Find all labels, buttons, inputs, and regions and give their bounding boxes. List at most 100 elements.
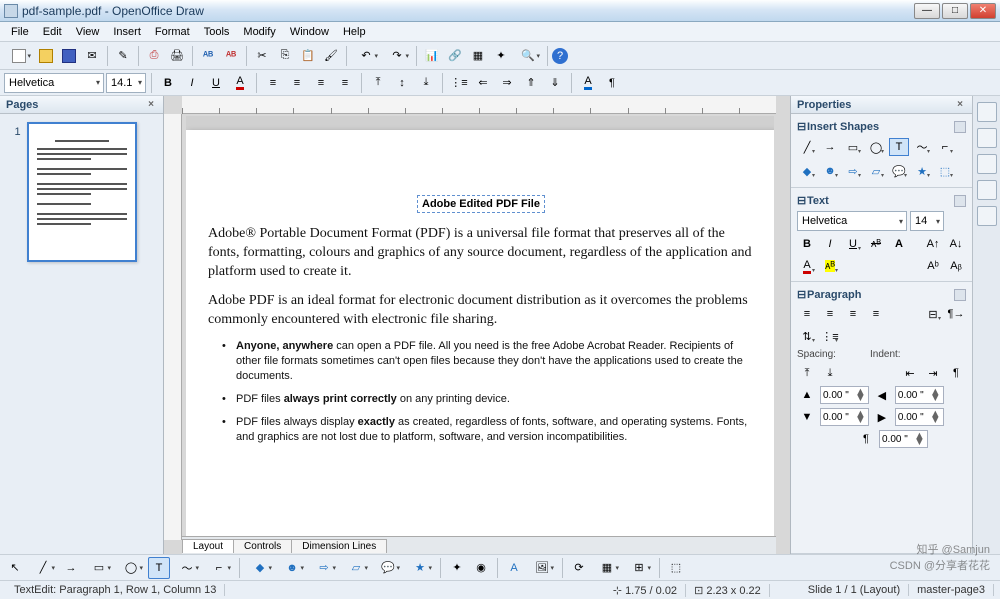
para-right-button[interactable]: ≡ [843, 305, 863, 323]
pages-panel-close-icon[interactable]: × [145, 99, 157, 111]
menu-file[interactable]: File [4, 24, 36, 40]
from-file-button[interactable]: 🖼 [527, 557, 557, 579]
section-menu-icon[interactable] [954, 289, 966, 301]
dock-styles-button[interactable] [977, 128, 997, 148]
ellipse-tool-bottom[interactable]: ◯ [116, 557, 146, 579]
dock-navigator-button[interactable] [977, 180, 997, 200]
font-color-button[interactable]: A [229, 72, 251, 94]
properties-close-icon[interactable]: × [954, 99, 966, 111]
save-button[interactable] [58, 45, 80, 67]
autospell-button[interactable]: ᴬᴮ [220, 45, 242, 67]
para-dialog-button[interactable]: ¶ [601, 72, 623, 94]
flowchart-tool[interactable]: ▱ [866, 162, 886, 180]
help-button[interactable]: ? [552, 48, 568, 64]
menu-edit[interactable]: Edit [36, 24, 69, 40]
subscript-button[interactable]: Aᵦ [946, 257, 966, 275]
rect-tool-bottom[interactable]: ▭ [84, 557, 114, 579]
indent-left-input[interactable]: ▲▼ [895, 386, 944, 404]
align-center-button[interactable]: ≡ [286, 72, 308, 94]
highlight-button[interactable]: ᴀᴮ [820, 257, 840, 275]
bullets-drop-button[interactable]: ⋮≡ [820, 327, 840, 345]
align-right-button[interactable]: ≡ [310, 72, 332, 94]
text-shrink-button[interactable]: A↓ [946, 235, 966, 253]
extrusion-button[interactable]: ⬚ [665, 557, 687, 579]
dock-gallery-button[interactable] [977, 154, 997, 174]
horizontal-ruler[interactable] [182, 96, 776, 114]
text-color-button[interactable]: A [797, 257, 817, 275]
print-button[interactable]: 🖨 [166, 45, 188, 67]
cut-button[interactable]: ✂ [251, 45, 273, 67]
ellipse-tool[interactable]: ◯ [866, 138, 886, 156]
vertical-ruler[interactable] [164, 114, 182, 540]
text-grow-button[interactable]: A↑ [923, 235, 943, 253]
star-tool[interactable]: ★ [912, 162, 932, 180]
basic-shapes-tool[interactable]: ◆ [797, 162, 817, 180]
points-button[interactable]: ✦ [446, 557, 468, 579]
connector-tool-bottom[interactable]: ⌐ [204, 557, 234, 579]
italic-button[interactable]: I [181, 72, 203, 94]
symbol-shapes-bottom[interactable]: ☻ [277, 557, 307, 579]
new-button[interactable] [4, 45, 34, 67]
callout-tool[interactable]: 💬 [889, 162, 909, 180]
text-font-combo[interactable]: Helvetica [797, 211, 907, 231]
rect-tool[interactable]: ▭ [843, 138, 863, 156]
arrow-tool-bottom[interactable]: → [60, 557, 82, 579]
page-canvas[interactable]: Adobe Edited PDF File Adobe® Portable Do… [186, 130, 774, 536]
menu-tools[interactable]: Tools [197, 24, 237, 40]
line-tool[interactable]: ╱ [797, 138, 817, 156]
para-justify-button[interactable]: ≡ [866, 305, 886, 323]
close-button[interactable]: ✕ [970, 3, 996, 19]
font-name-combo[interactable]: Helvetica [4, 73, 104, 93]
bold-button[interactable]: B [157, 72, 179, 94]
paste-button[interactable]: 📋 [297, 45, 319, 67]
symbol-shapes-tool[interactable]: ☻ [820, 162, 840, 180]
align-justify-button[interactable]: ≡ [334, 72, 356, 94]
page-viewport[interactable]: Adobe Edited PDF File Adobe® Portable Do… [186, 116, 774, 536]
tab-dimension[interactable]: Dimension Lines [291, 539, 387, 553]
maximize-button[interactable]: □ [942, 3, 968, 19]
demote-button[interactable]: ⇒ [496, 72, 518, 94]
edit-file-button[interactable]: ✎ [112, 45, 134, 67]
text-tool[interactable]: T [889, 138, 909, 156]
move-down-button[interactable]: ⇓ [544, 72, 566, 94]
menu-format[interactable]: Format [148, 24, 197, 40]
fontwork-button[interactable]: A [503, 557, 525, 579]
page-thumbnails[interactable]: 1 [0, 114, 163, 554]
basic-shapes-bottom[interactable]: ◆ [245, 557, 275, 579]
spellcheck-button[interactable]: ᴬᴮ [197, 45, 219, 67]
dock-functions-button[interactable] [977, 206, 997, 226]
callout-bottom[interactable]: 💬 [373, 557, 403, 579]
space-below-input[interactable]: ▲▼ [820, 408, 869, 426]
text-strike-button[interactable]: ᴀᴮ [866, 235, 886, 253]
flowchart-bottom[interactable]: ▱ [341, 557, 371, 579]
undo-button[interactable]: ↶ [351, 45, 381, 67]
menu-insert[interactable]: Insert [106, 24, 148, 40]
curve-tool[interactable]: ～ [912, 138, 932, 156]
zoom-button[interactable]: 🔍 [513, 45, 543, 67]
doc-title[interactable]: Adobe Edited PDF File [208, 192, 754, 213]
arrange-button[interactable]: ⊞ [624, 557, 654, 579]
para-ltr-button[interactable]: ¶→ [946, 305, 966, 323]
text-bold-button[interactable]: B [797, 235, 817, 253]
char-dialog-button[interactable]: A [577, 72, 599, 94]
table-button[interactable]: ▦ [467, 45, 489, 67]
menu-modify[interactable]: Modify [236, 24, 282, 40]
valign-top-button[interactable]: ⤒ [367, 72, 389, 94]
underline-button[interactable]: U [205, 72, 227, 94]
block-arrows-tool[interactable]: ⇨ [843, 162, 863, 180]
line-spacing-button[interactable]: ⇅ [797, 327, 817, 345]
hyperlink-button[interactable]: 🔗 [444, 45, 466, 67]
valign-bottom-button[interactable]: ⤓ [415, 72, 437, 94]
first-line-input[interactable]: ▲▼ [879, 430, 928, 448]
section-menu-icon[interactable] [954, 121, 966, 133]
block-arrows-bottom[interactable]: ⇨ [309, 557, 339, 579]
connector-tool[interactable]: ⌐ [935, 138, 955, 156]
doc-paragraph[interactable]: Adobe PDF is an ideal format for electro… [208, 292, 754, 330]
text-underline-button[interactable]: U [843, 235, 863, 253]
email-button[interactable]: ✉ [81, 45, 103, 67]
export-pdf-button[interactable]: ⎙ [143, 45, 165, 67]
glue-button[interactable]: ◉ [470, 557, 492, 579]
align-left-button[interactable]: ≡ [262, 72, 284, 94]
redo-button[interactable]: ↷ [382, 45, 412, 67]
text-tool-bottom[interactable]: T [148, 557, 170, 579]
